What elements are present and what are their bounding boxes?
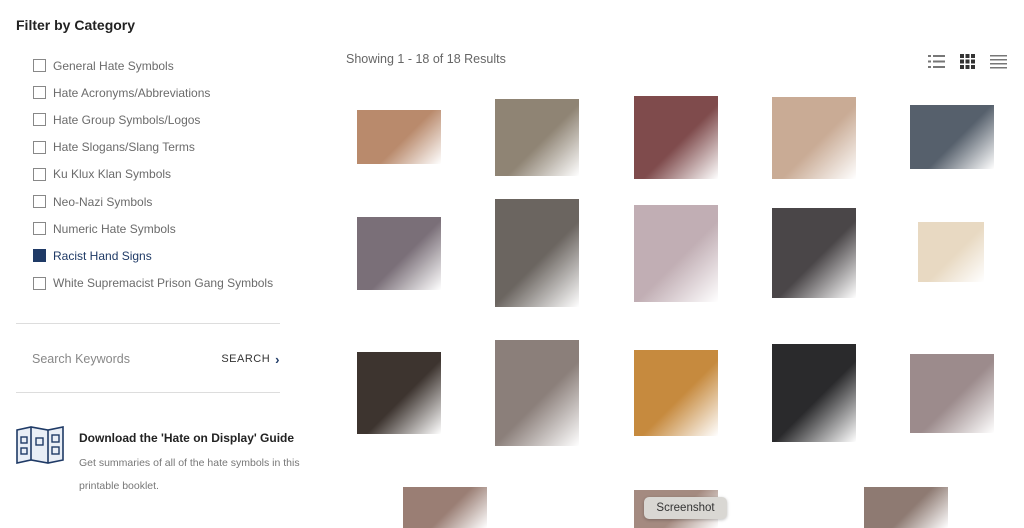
category-list: General Hate Symbols Hate Acronyms/Abbrev… bbox=[33, 52, 273, 297]
category-filter-item[interactable]: Hate Slogans/Slang Terms bbox=[33, 134, 273, 161]
screenshot-tooltip: Screenshot bbox=[644, 497, 727, 519]
filter-sidebar: Filter by Category General Hate Symbols H… bbox=[16, 0, 300, 528]
filter-title: Filter by Category bbox=[16, 17, 136, 33]
category-checkbox[interactable] bbox=[33, 249, 46, 263]
result-photo bbox=[910, 354, 994, 433]
category-checkbox[interactable] bbox=[33, 86, 46, 100]
result-thumbnail[interactable] bbox=[357, 110, 441, 164]
result-photo bbox=[918, 222, 984, 282]
category-label: Numeric Hate Symbols bbox=[53, 221, 176, 236]
category-checkbox[interactable] bbox=[33, 276, 46, 290]
search-button[interactable]: SEARCH › bbox=[221, 352, 280, 367]
result-thumbnail[interactable] bbox=[495, 99, 579, 176]
category-filter-item[interactable]: Hate Group Symbols/Logos bbox=[33, 106, 273, 133]
divider bbox=[16, 323, 280, 324]
result-photo bbox=[634, 350, 718, 436]
category-label: Hate Slogans/Slang Terms bbox=[53, 140, 195, 155]
category-label: White Supremacist Prison Gang Symbols bbox=[53, 276, 274, 291]
category-filter-item[interactable]: Racist Hand Signs bbox=[33, 242, 273, 269]
result-thumbnail[interactable] bbox=[864, 487, 948, 528]
result-photo bbox=[910, 105, 994, 169]
category-checkbox[interactable] bbox=[33, 195, 46, 209]
result-thumbnail[interactable] bbox=[910, 354, 994, 433]
booklet-icon bbox=[16, 426, 64, 464]
category-label: Ku Klux Klan Symbols bbox=[53, 167, 172, 182]
list-view-icon[interactable] bbox=[928, 54, 945, 69]
result-thumbnail[interactable] bbox=[772, 97, 856, 179]
category-label: Neo-Nazi Symbols bbox=[53, 194, 153, 209]
result-thumbnail[interactable] bbox=[772, 208, 856, 298]
category-checkbox[interactable] bbox=[33, 113, 46, 127]
result-photo bbox=[634, 205, 718, 302]
text-view-icon[interactable] bbox=[990, 54, 1007, 69]
result-thumbnail[interactable] bbox=[495, 199, 579, 307]
category-checkbox[interactable] bbox=[33, 167, 46, 181]
category-filter-item[interactable]: Neo-Nazi Symbols bbox=[33, 188, 273, 215]
results-count: Showing 1 - 18 of 18 Results bbox=[346, 52, 506, 66]
result-thumbnail[interactable] bbox=[772, 344, 856, 442]
result-thumbnail[interactable] bbox=[634, 96, 718, 179]
guide-download-link[interactable]: Download the 'Hate on Display' Guide bbox=[79, 431, 294, 445]
result-photo bbox=[772, 208, 856, 298]
category-label: Hate Group Symbols/Logos bbox=[53, 112, 201, 127]
category-checkbox[interactable] bbox=[33, 222, 46, 236]
result-photo bbox=[772, 97, 856, 179]
category-label: Racist Hand Signs bbox=[53, 248, 152, 263]
category-filter-item[interactable]: Hate Acronyms/Abbreviations bbox=[33, 79, 273, 106]
result-thumbnail[interactable] bbox=[918, 222, 984, 282]
category-checkbox[interactable] bbox=[33, 140, 46, 154]
result-photo bbox=[357, 110, 441, 164]
guide-description: Get summaries of all of the hate symbols… bbox=[79, 457, 300, 492]
result-photo bbox=[634, 96, 718, 179]
result-thumbnail[interactable] bbox=[495, 340, 579, 446]
category-label: General Hate Symbols bbox=[53, 58, 174, 73]
result-photo bbox=[357, 352, 441, 434]
view-toggle bbox=[928, 54, 1007, 69]
keyword-search: SEARCH › bbox=[32, 348, 280, 370]
result-thumbnail[interactable] bbox=[634, 350, 718, 436]
result-photo bbox=[495, 99, 579, 176]
result-photo bbox=[772, 344, 856, 442]
search-button-label: SEARCH bbox=[221, 353, 271, 365]
result-photo bbox=[357, 217, 441, 290]
divider bbox=[16, 392, 280, 393]
category-filter-item[interactable]: Numeric Hate Symbols bbox=[33, 215, 273, 242]
result-thumbnail[interactable] bbox=[357, 217, 441, 290]
search-keywords-input[interactable] bbox=[32, 352, 192, 366]
result-thumbnail[interactable] bbox=[403, 487, 487, 528]
result-photo bbox=[495, 199, 579, 307]
category-label: Hate Acronyms/Abbreviations bbox=[53, 85, 211, 100]
category-checkbox[interactable] bbox=[33, 59, 46, 73]
result-thumbnail[interactable] bbox=[634, 205, 718, 302]
result-thumbnail[interactable] bbox=[910, 105, 994, 169]
result-photo bbox=[864, 487, 948, 528]
result-photo bbox=[495, 340, 579, 446]
grid-view-icon[interactable] bbox=[959, 54, 976, 69]
result-photo bbox=[403, 487, 487, 528]
chevron-right-icon: › bbox=[275, 351, 280, 367]
category-filter-item[interactable]: Ku Klux Klan Symbols bbox=[33, 161, 273, 188]
category-filter-item[interactable]: White Supremacist Prison Gang Symbols bbox=[33, 270, 273, 297]
category-filter-item[interactable]: General Hate Symbols bbox=[33, 52, 273, 79]
result-thumbnail[interactable] bbox=[357, 352, 441, 434]
